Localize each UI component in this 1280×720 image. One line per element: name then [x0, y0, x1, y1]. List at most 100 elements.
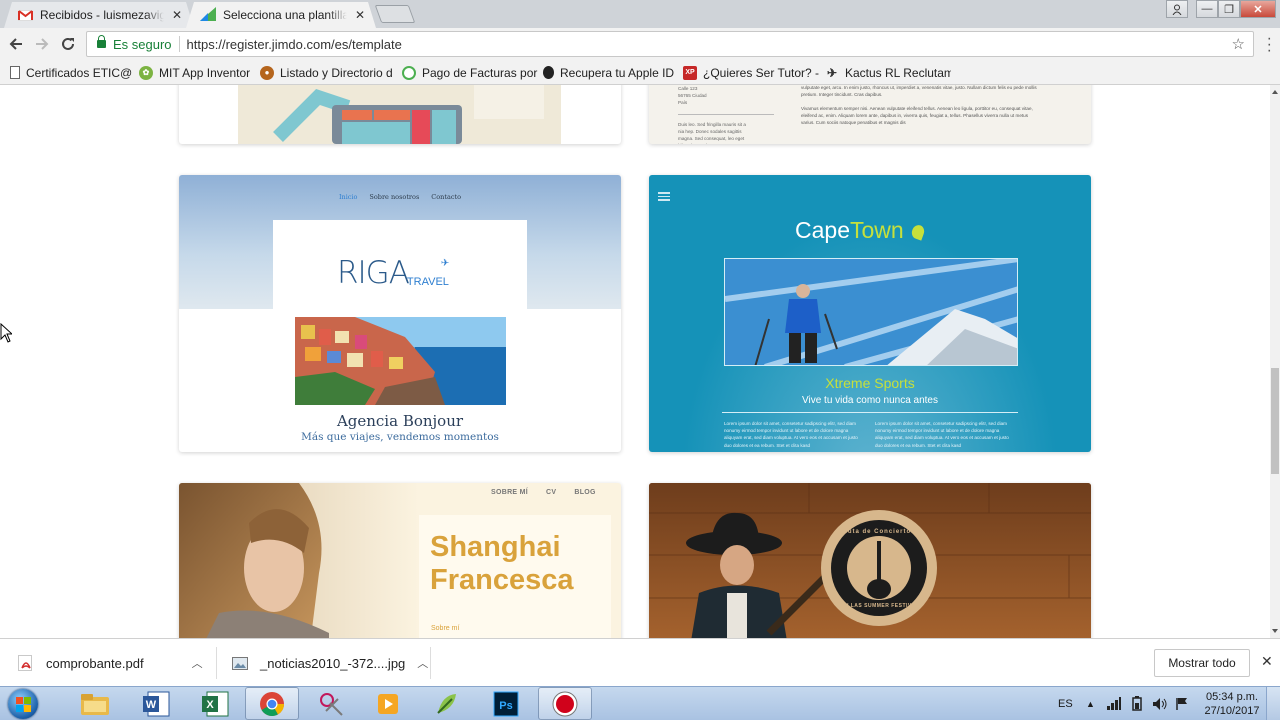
svg-text:Ps: Ps: [499, 700, 512, 712]
minimize-button[interactable]: —: [1196, 0, 1218, 18]
nav-item[interactable]: SOBRE MÍ: [491, 489, 528, 496]
template-gallery: Calle 123 56765 Ciudad País Duis leo. Se…: [0, 85, 1270, 638]
tab-jimdo[interactable]: Selecciona una plantilla p ✕: [186, 2, 376, 28]
page-icon: [10, 66, 20, 79]
svg-text:W: W: [146, 699, 157, 711]
pdf-file-icon: [18, 655, 32, 671]
power-icon[interactable]: [1130, 687, 1144, 720]
tab-gmail[interactable]: Recibidos - luismezavige ✕: [4, 2, 194, 28]
bookmark-label: MIT App Inventor: [159, 65, 251, 80]
download-item[interactable]: comprobante.pdf ︿: [18, 639, 203, 687]
bookmark-label: Recupera tu Apple ID: [560, 65, 675, 80]
scrollbar-thumb[interactable]: [1271, 368, 1279, 474]
back-arrow-icon[interactable]: [6, 34, 26, 54]
new-tab-button[interactable]: [374, 5, 416, 23]
clock-date: 27/10/2017: [1204, 704, 1260, 717]
action-center-flag-icon[interactable]: [1175, 687, 1189, 720]
close-window-button[interactable]: ✕: [1240, 0, 1276, 18]
gmail-icon: [18, 9, 33, 21]
badge-bottom-text: DALLAS SUMMER FESTIVAL: [838, 603, 920, 609]
bookmark-item[interactable]: ✈ Kactus RL Reclutamie: [825, 64, 951, 81]
start-button[interactable]: [4, 688, 42, 720]
show-all-downloads-button[interactable]: Mostrar todo: [1154, 649, 1250, 677]
bookmark-label: Kactus RL Reclutamie: [845, 65, 951, 80]
template-card-text[interactable]: Calle 123 56765 Ciudad País Duis leo. Se…: [649, 85, 1091, 144]
language-indicator[interactable]: ES: [1058, 687, 1073, 720]
bookmark-star-icon[interactable]: ☆: [1232, 35, 1245, 53]
windows-taskbar: W X Ps ES ▲ 05:34 p.m. 27/10/2017: [0, 686, 1280, 720]
scroll-up-icon[interactable]: [1272, 90, 1278, 94]
bookmark-item[interactable]: Pago de Facturas por: [402, 64, 537, 81]
network-icon[interactable]: [1106, 687, 1122, 720]
clock[interactable]: 05:34 p.m. 27/10/2017: [1202, 687, 1262, 720]
reload-icon[interactable]: [58, 34, 78, 54]
close-tab-icon[interactable]: ✕: [355, 8, 365, 22]
bookmark-item[interactable]: Recupera tu Apple ID: [543, 64, 674, 81]
kactus-icon: ✈: [826, 65, 838, 80]
bookmark-label: ¿Quieres Ser Tutor? -: [703, 65, 820, 80]
nav-item[interactable]: Sobre nosotros: [369, 193, 419, 201]
template-card-shanghai[interactable]: SOBRE MÍ CV BLOG Shanghai Francesca Sobr…: [179, 483, 621, 638]
capetown-tagline: Vive tu vida como nunca antes: [801, 395, 938, 406]
show-desktop-button[interactable]: [1266, 687, 1280, 720]
secure-label: Es seguro: [113, 36, 172, 52]
bookmark-item[interactable]: ● Listado y Directorio d: [260, 64, 393, 81]
menu-icon[interactable]: · · ·: [1267, 31, 1272, 59]
explorer-taskbar-icon[interactable]: [68, 687, 122, 720]
snipping-tool-taskbar-icon[interactable]: [304, 687, 358, 720]
template-card-capetown[interactable]: CapeTown Xtreme Sports Vive tu vida como…: [649, 175, 1091, 452]
template-card-riga[interactable]: Inicio Sobre nosotros Contacto RIGA TRAV…: [179, 175, 621, 452]
nav-item[interactable]: BLOG: [574, 489, 595, 496]
address-block: Calle 123 56765 Ciudad País Duis leo. Se…: [678, 85, 774, 144]
nav-item[interactable]: CV: [546, 489, 556, 496]
skier-photo: [724, 258, 1018, 366]
hamburger-menu-icon[interactable]: [658, 192, 670, 201]
close-tab-icon[interactable]: ✕: [172, 8, 182, 22]
kite-icon: [910, 223, 927, 241]
divider: [430, 647, 431, 679]
riga-logo: RIGA TRAVEL ✈: [337, 255, 450, 291]
browser-toolbar: Es seguro https://register.jimdo.com/es/…: [0, 28, 1280, 60]
scroll-down-icon[interactable]: [1272, 629, 1278, 633]
template-card-music[interactable]: Ruta de Conciertos DALLAS SUMMER FESTIVA…: [649, 483, 1091, 638]
riga-subtitle: Más que viajes, vendemos momentos: [301, 431, 499, 443]
bookmark-label: Pago de Facturas por: [422, 65, 538, 80]
bookmark-item[interactable]: Certificados ETIC@: [10, 64, 132, 81]
show-hidden-icons-icon[interactable]: ▲: [1086, 687, 1095, 720]
capetown-lorem-right: Lorem ipsum dolor sit amet, consetetur s…: [875, 421, 1009, 448]
tab-title: Selecciona una plantilla p: [223, 8, 347, 22]
excel-taskbar-icon[interactable]: X: [188, 687, 242, 720]
forward-arrow-icon[interactable]: [32, 34, 52, 54]
photoshop-taskbar-icon[interactable]: Ps: [479, 687, 533, 720]
chrome-taskbar-icon[interactable]: [245, 687, 299, 720]
vertical-scrollbar[interactable]: [1270, 85, 1280, 638]
nav-item[interactable]: Inicio: [339, 193, 357, 201]
bookmark-label: Listado y Directorio d: [280, 65, 393, 80]
screen-recorder-taskbar-icon[interactable]: [538, 687, 592, 720]
profile-icon[interactable]: [1166, 0, 1188, 18]
address-bar[interactable]: Es seguro https://register.jimdo.com/es/…: [86, 31, 1254, 57]
divider: [722, 412, 1018, 413]
green-app-taskbar-icon[interactable]: [420, 687, 474, 720]
volume-icon[interactable]: [1152, 687, 1168, 720]
bookmark-label: Certificados ETIC@: [26, 65, 133, 80]
bookmark-item[interactable]: XP ¿Quieres Ser Tutor? -: [683, 64, 819, 81]
word-taskbar-icon[interactable]: W: [129, 687, 183, 720]
app-inventor-icon: ✿: [139, 65, 153, 80]
chevron-up-icon[interactable]: ︿: [192, 655, 203, 671]
download-filename: comprobante.pdf: [46, 655, 144, 671]
riga-title: Agencia Bonjour: [336, 412, 464, 430]
template-card-illustration[interactable]: [179, 85, 621, 144]
media-player-taskbar-icon[interactable]: [361, 687, 415, 720]
close-download-bar-icon[interactable]: ✕: [1261, 653, 1273, 670]
chevron-up-icon[interactable]: ︿: [417, 655, 428, 671]
windows-logo-icon: [8, 689, 38, 719]
download-item[interactable]: _noticias2010_-372....jpg ︿: [232, 639, 428, 687]
capetown-lorem-left: Lorem ipsum dolor sit amet, consetetur s…: [724, 421, 858, 448]
restore-button[interactable]: ❐: [1218, 0, 1240, 18]
bookmark-item[interactable]: ✿ MIT App Inventor: [139, 64, 250, 81]
image-file-icon: [232, 656, 248, 670]
nav-item[interactable]: Contacto: [431, 193, 461, 201]
portrait-photo: [179, 483, 419, 638]
shanghai-about: Sobre mí: [431, 625, 460, 632]
